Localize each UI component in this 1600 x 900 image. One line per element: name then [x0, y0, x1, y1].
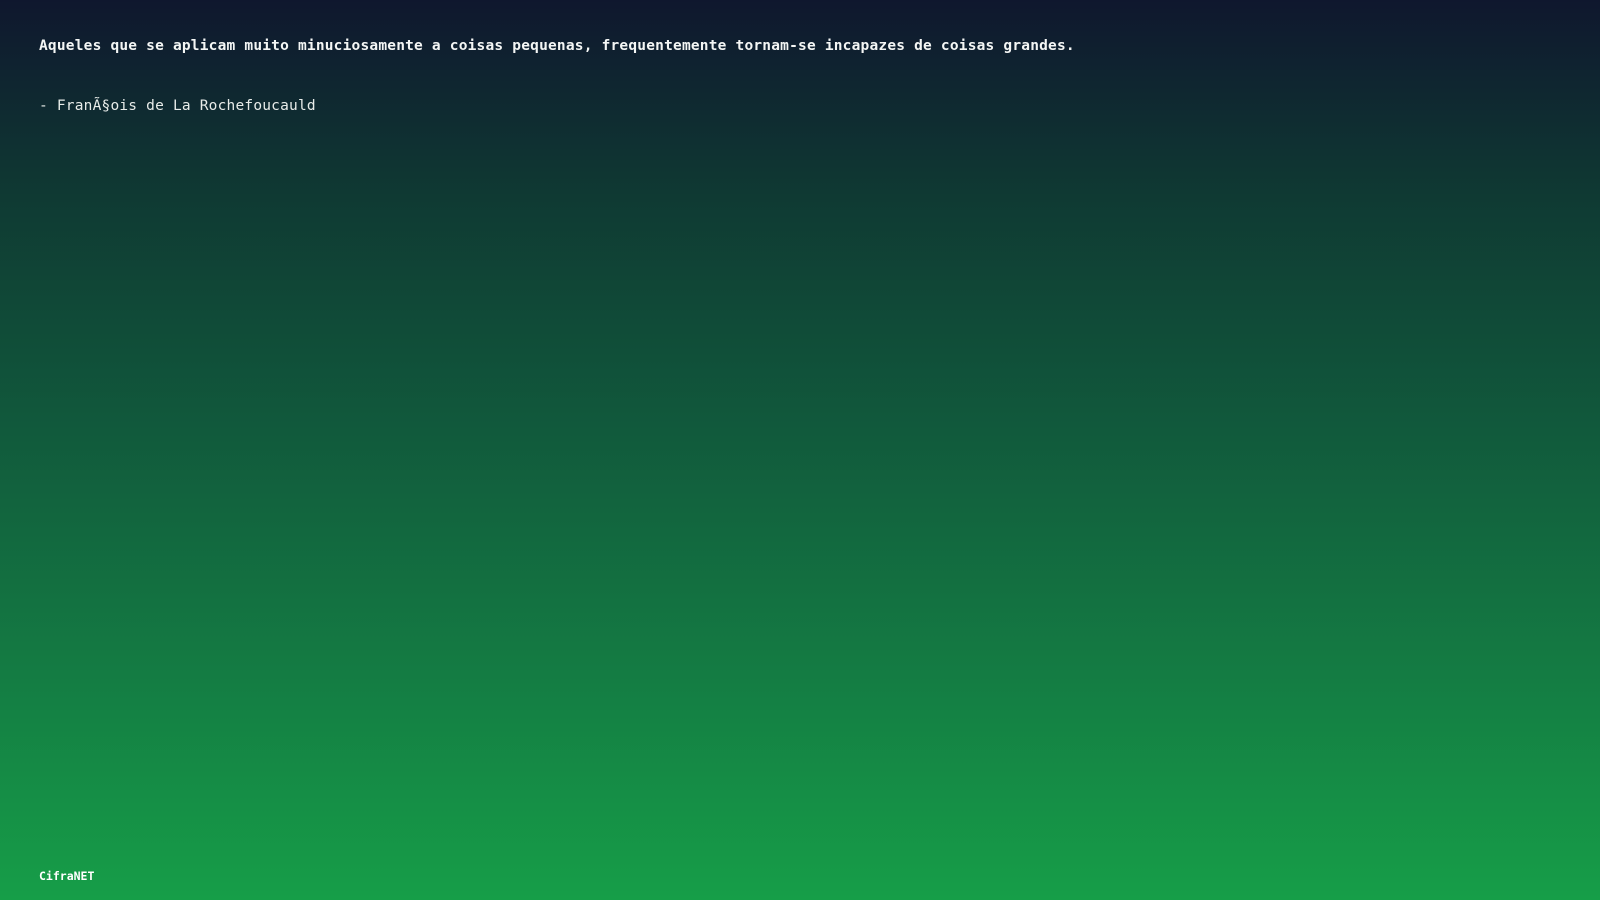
- brand-label: CifraNET: [39, 869, 95, 883]
- quote-text: Aqueles que se aplicam muito minuciosame…: [39, 38, 1075, 54]
- quote-author: - FranÃ§ois de La Rochefoucauld: [39, 98, 316, 114]
